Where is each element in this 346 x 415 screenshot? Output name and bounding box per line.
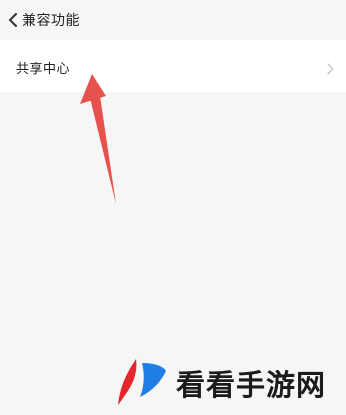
header-bar: 兼容功能 xyxy=(0,0,346,40)
back-button[interactable] xyxy=(0,0,18,40)
page-title: 兼容功能 xyxy=(22,13,80,29)
red-arrow-annotation xyxy=(78,74,128,210)
chevron-left-icon xyxy=(8,13,18,27)
watermark: 看看手游网 xyxy=(112,355,326,411)
settings-list: 共享中心 xyxy=(0,40,346,92)
list-item-label: 共享中心 xyxy=(16,62,71,77)
list-item-share-center[interactable]: 共享中心 xyxy=(0,40,346,92)
watermark-logo-icon xyxy=(112,353,168,413)
chevron-right-icon xyxy=(326,60,334,79)
watermark-text: 看看手游网 xyxy=(176,368,327,402)
